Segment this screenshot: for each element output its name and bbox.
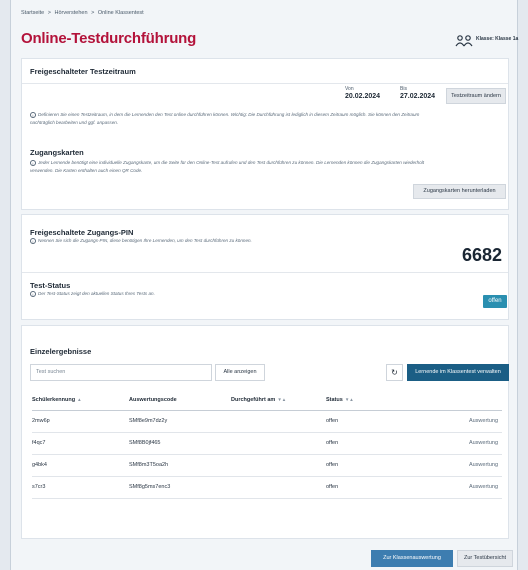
refresh-icon[interactable]: ↻ xyxy=(386,364,403,381)
date xyxy=(231,476,326,499)
status-badge: offen xyxy=(483,295,507,308)
results-card: Einzelergebnisse Test suchen Alle anzeig… xyxy=(21,325,509,539)
col-date[interactable]: Durchgeführt am ▼▲ xyxy=(231,390,326,411)
download-cards-button[interactable]: Zugangskarten herunterladen xyxy=(413,184,506,199)
period-heading: Freigeschalteter Testzeitraum xyxy=(30,67,136,76)
status: offen xyxy=(326,432,406,455)
eval-code: SMf8g5ms7enc3 xyxy=(129,476,231,499)
period-card: Freigeschalteter Testzeitraum Von 20.02.… xyxy=(21,58,509,210)
breadcrumb-current: Online Klassentest xyxy=(97,10,144,16)
status: offen xyxy=(326,454,406,477)
to-label: Bis xyxy=(400,86,407,92)
search-input[interactable]: Test suchen xyxy=(30,364,212,381)
info-icon: i xyxy=(30,159,36,166)
student-id: 2mw6p xyxy=(32,410,129,433)
table-row: 2mw6p SMf8e9m7dz2y offen Auswertung xyxy=(32,410,502,433)
info-icon: i xyxy=(30,111,36,118)
eval-code: SMf8B0jf465 xyxy=(129,432,231,455)
class-label: Klasse: Klasse 1a xyxy=(476,36,519,42)
table-row: g4bk4 SMf8m3T5oa2h offen Auswertung xyxy=(32,454,502,477)
breadcrumb: Startseite > Hörverstehen > Online Klass… xyxy=(21,10,144,16)
student-id: f4qc7 xyxy=(32,432,129,455)
from-date: 20.02.2024 xyxy=(345,93,381,100)
col-status[interactable]: Status ▼▲ xyxy=(326,390,406,411)
pin-note: i Nennen Sie sich die Zugangs-PIN, diese … xyxy=(30,237,390,245)
class-evaluation-button[interactable]: Zur Klassenauswertung xyxy=(371,550,453,567)
status: offen xyxy=(326,410,406,433)
status-heading: Test-Status xyxy=(30,281,71,290)
group-icon xyxy=(455,35,473,47)
evaluation-link[interactable]: Auswertung xyxy=(406,410,502,433)
student-id: g4bk4 xyxy=(32,454,129,477)
table-row: s7cr3 SMf8g5ms7enc3 offen Auswertung xyxy=(32,476,502,499)
change-period-button[interactable]: Testzeitraum ändern xyxy=(446,88,506,104)
access-cards-heading: Zugangskarten xyxy=(30,148,84,157)
breadcrumb-home[interactable]: Startseite xyxy=(21,10,44,16)
date xyxy=(231,432,326,455)
table-row: f4qc7 SMf8B0jf465 offen Auswertung xyxy=(32,432,502,455)
table-header-row: Schülerkennung ▲ Auswertungscode Durchgef… xyxy=(32,390,502,411)
evaluation-link[interactable]: Auswertung xyxy=(406,476,502,499)
pin-card: Freigeschaltete Zugangs-PIN i Nennen Sie … xyxy=(21,214,509,320)
access-cards-note: i Jeder Lernende benötigt eine individuel… xyxy=(30,159,425,173)
info-icon: i xyxy=(30,237,36,244)
pin-heading: Freigeschaltete Zugangs-PIN xyxy=(30,228,134,237)
date xyxy=(231,454,326,477)
evaluation-link[interactable]: Auswertung xyxy=(406,454,502,477)
results-table: Schülerkennung ▲ Auswertungscode Durchgef… xyxy=(32,390,502,499)
sort-asc-icon[interactable]: ▲ xyxy=(77,397,81,402)
student-id: s7cr3 xyxy=(32,476,129,499)
to-date: 27.02.2024 xyxy=(400,93,436,100)
from-label: Von xyxy=(345,86,354,92)
show-all-button[interactable]: Alle anzeigen xyxy=(215,364,265,381)
app-frame: Startseite > Hörverstehen > Online Klass… xyxy=(10,0,518,570)
test-overview-button[interactable]: Zur Testübersicht xyxy=(457,550,513,567)
period-note: i Definieren Sie einen Testzeitraum, in d… xyxy=(30,111,420,125)
page-title: Online-Testdurchführung xyxy=(21,30,197,47)
evaluation-link[interactable]: Auswertung xyxy=(406,432,502,455)
col-eval-code: Auswertungscode xyxy=(129,390,231,411)
eval-code: SMf8m3T5oa2h xyxy=(129,454,231,477)
info-icon: i xyxy=(30,290,36,297)
col-action xyxy=(406,390,502,411)
breadcrumb-section[interactable]: Hörverstehen xyxy=(55,10,88,16)
status: offen xyxy=(326,476,406,499)
manage-students-button[interactable]: Lernende im Klassentest verwalten xyxy=(407,364,509,381)
access-pin: 6682 xyxy=(462,245,503,265)
results-heading: Einzelergebnisse xyxy=(30,347,92,356)
sort-icon[interactable]: ▼▲ xyxy=(277,397,286,402)
col-student-id[interactable]: Schülerkennung ▲ xyxy=(32,390,129,411)
sort-icon[interactable]: ▼▲ xyxy=(345,397,354,402)
status-note: i Der Test-Status zeigt den aktuellen Sta… xyxy=(30,290,330,298)
eval-code: SMf8e9m7dz2y xyxy=(129,410,231,433)
date xyxy=(231,410,326,433)
